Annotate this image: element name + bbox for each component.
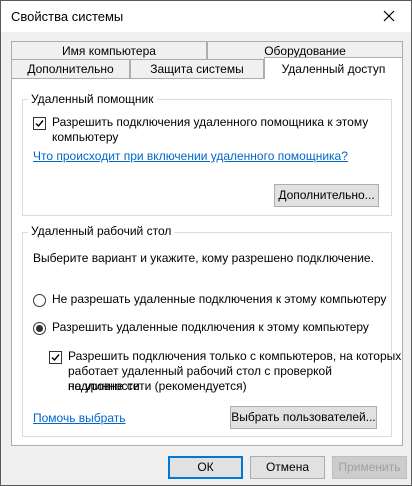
help-choose-link[interactable]: Помочь выбрать xyxy=(33,411,126,426)
ok-button[interactable]: ОК xyxy=(168,456,243,479)
allow-remote-assistance-checkbox[interactable] xyxy=(33,117,46,130)
radio-selected-dot xyxy=(36,325,43,332)
remote-assistance-caption: Удаленный помощник xyxy=(28,92,157,106)
remote-desktop-caption: Удаленный рабочий стол xyxy=(28,224,175,238)
allow-remote-assistance-label-line1: Разрешить подключения удаленного помощни… xyxy=(52,115,369,129)
remote-desktop-instruction: Выберите вариант и укажите, кому разреше… xyxy=(33,251,374,265)
deny-connections-label: Не разрешать удаленные подключения к это… xyxy=(52,292,387,306)
close-icon xyxy=(383,10,395,22)
nla-only-checkbox[interactable] xyxy=(49,351,62,364)
cancel-button[interactable]: Отмена xyxy=(250,456,325,479)
allow-connections-radio[interactable] xyxy=(33,322,46,335)
remote-assistance-help-link[interactable]: Что происходит при включении удаленного … xyxy=(33,149,348,164)
system-properties-window: Свойства системы Имя компьютера Оборудов… xyxy=(0,0,412,486)
allow-remote-assistance-label-line2: компьютеру xyxy=(52,130,119,144)
nla-label-line3: на уровне сети (рекомендуется) xyxy=(68,379,247,393)
remote-tab-panel: Удаленный помощник Разрешить подключения… xyxy=(11,78,403,446)
tab-advanced[interactable]: Дополнительно xyxy=(11,59,130,78)
allow-connections-label: Разрешить удаленные подключения к этому … xyxy=(52,320,369,334)
tab-system-protection[interactable]: Защита системы xyxy=(130,59,264,78)
checkmark-icon xyxy=(35,120,44,128)
advanced-button[interactable]: Дополнительно... xyxy=(274,184,379,207)
tab-computer-name[interactable]: Имя компьютера xyxy=(11,41,207,60)
checkmark-icon xyxy=(51,354,60,362)
window-title: Свойства системы xyxy=(11,9,124,24)
close-button[interactable] xyxy=(371,3,407,29)
tab-remote[interactable]: Удаленный доступ xyxy=(264,57,403,79)
title-bar: Свойства системы xyxy=(1,1,411,32)
nla-label-line1: Разрешить подключения только с компьютер… xyxy=(68,349,402,363)
apply-button[interactable]: Применить xyxy=(332,456,407,479)
deny-connections-radio[interactable] xyxy=(33,294,46,307)
select-users-button[interactable]: Выбрать пользователей... xyxy=(230,406,377,429)
